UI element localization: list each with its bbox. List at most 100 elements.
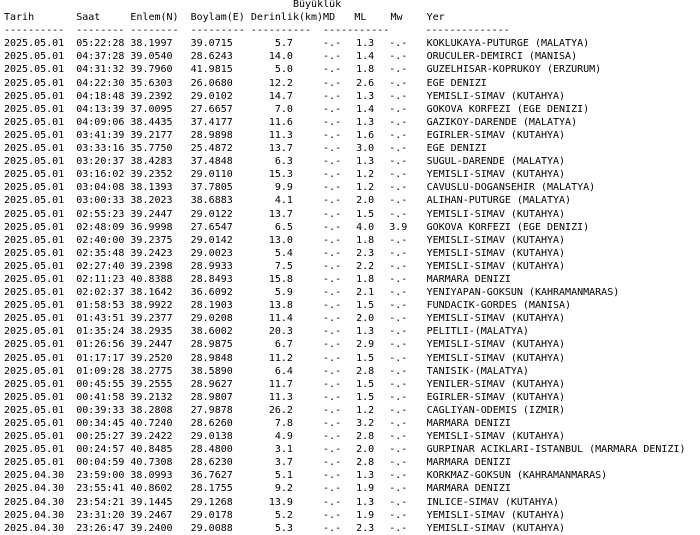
col-header-date: Tarih xyxy=(4,12,35,24)
row-mw: -.- xyxy=(389,326,408,338)
row-date: 2025.05.01 xyxy=(4,195,65,207)
row-ml: 1.8 xyxy=(356,234,375,246)
row-md: -.- xyxy=(323,182,342,194)
row-place: CAVUSLU-DOGANSEHIR (MALATYA) xyxy=(426,182,596,194)
row-lat: 39.0540 xyxy=(130,51,173,63)
row-lat: 35.6303 xyxy=(130,77,173,89)
row-place: GURPINAR ACIKLARI-ISTANBUL (MARMARA DENI… xyxy=(426,444,686,456)
row-depth: 13.7 xyxy=(268,143,293,155)
row-depth: 4.1 xyxy=(274,195,293,207)
row-mw: -.- xyxy=(389,352,408,364)
row-md: -.- xyxy=(323,38,342,50)
row-place: ORUCULER-DEMIRCI (MANISA) xyxy=(426,51,578,63)
row-lon: 25.4872 xyxy=(190,143,233,155)
row-lon: 28.6243 xyxy=(190,51,233,63)
row-lon: 26.0680 xyxy=(190,77,233,89)
row-mw: -.- xyxy=(389,51,408,63)
column-header-line: Tarih Saat Enlem(N) Boylam(E) Derinlik(km)MD… xyxy=(4,11,685,24)
row-ml: 2.0 xyxy=(356,195,375,207)
row-lat: 38.2935 xyxy=(130,326,173,338)
event-row: 2025.05.01 02:48:09 36.9998 27.6547 6.5 -.- 4.… xyxy=(4,221,685,234)
col-header-lon: Boylam(E) xyxy=(190,12,245,24)
row-md: -.- xyxy=(323,313,342,325)
row-lon: 39.0715 xyxy=(190,38,233,50)
row-place: YEMISLI-SIMAV (KUTAHYA) xyxy=(426,313,566,325)
col-header-mw: Mw xyxy=(390,12,403,24)
row-depth: 5.4 xyxy=(274,247,293,259)
row-lon: 29.0142 xyxy=(190,234,233,246)
event-rows: 2025.05.01 05:22:28 38.1997 39.0715 5.7 -.- 1.… xyxy=(4,37,685,535)
row-date: 2025.05.01 xyxy=(4,378,65,390)
row-date: 2025.05.01 xyxy=(4,221,65,233)
row-depth: 11.3 xyxy=(268,391,293,403)
row-lon: 29.0110 xyxy=(190,169,233,181)
row-lon: 29.0178 xyxy=(190,509,233,521)
row-lon: 41.9815 xyxy=(190,64,233,76)
event-row: 2025.05.01 02:40:00 39.2375 29.0142 13.0 -.- 1… xyxy=(4,234,685,247)
row-md: -.- xyxy=(323,195,342,207)
row-time: 01:09:28 xyxy=(76,365,125,377)
row-depth: 9.9 xyxy=(274,182,293,194)
row-ml: 1.3 xyxy=(356,116,375,128)
row-md: -.- xyxy=(323,208,342,220)
row-ml: 1.5 xyxy=(356,391,375,403)
row-place: YEMISLI-SIMAV (KUTAHYA) xyxy=(426,247,566,259)
row-mw: -.- xyxy=(389,260,408,272)
row-place: YEMISLI-SIMAV (KUTAHYA) xyxy=(426,208,566,220)
row-place: YEMISLI-SIMAV (KUTAHYA) xyxy=(426,90,566,102)
row-lat: 38.1642 xyxy=(130,287,173,299)
row-time: 03:20:37 xyxy=(76,156,125,168)
event-row: 2025.05.01 03:33:16 35.7750 25.4872 13.7 -.- 3… xyxy=(4,142,685,155)
row-time: 02:40:00 xyxy=(76,234,125,246)
row-mw: -.- xyxy=(389,522,408,534)
event-row: 2025.04.30 23:26:47 39.2400 29.0088 5.3 -.- 2.… xyxy=(4,522,685,535)
row-place: YENILER-SIMAV (KUTAHYA) xyxy=(426,378,566,390)
row-date: 2025.05.01 xyxy=(4,247,65,259)
row-date: 2025.05.01 xyxy=(4,300,65,312)
row-date: 2025.05.01 xyxy=(4,339,65,351)
row-time: 04:22:30 xyxy=(76,77,125,89)
row-time: 04:31:32 xyxy=(76,64,125,76)
row-md: -.- xyxy=(323,287,342,299)
row-lon: 27.9878 xyxy=(190,404,233,416)
event-row: 2025.05.01 02:35:48 39.2423 29.0023 5.4 -.- 2.… xyxy=(4,247,685,260)
row-place: YEMISLI-SIMAV (KUTAHYA) xyxy=(426,339,566,351)
row-lat: 40.7240 xyxy=(130,418,173,429)
row-place: YEMISLI-SIMAV (KUTAHYA) xyxy=(426,169,566,181)
row-mw: -.- xyxy=(389,116,408,128)
row-lon: 37.4177 xyxy=(190,116,233,128)
event-row: 2025.05.01 03:16:02 39.2352 29.0110 15.3 -.- 1… xyxy=(4,168,685,181)
row-ml: 2.1 xyxy=(356,287,375,299)
event-row: 2025.05.01 02:02:37 38.1642 36.6092 5.9 -.- 2.… xyxy=(4,286,685,299)
row-lat: 39.2400 xyxy=(130,522,173,534)
separator-lat: -------- xyxy=(130,25,179,37)
row-mw: -.- xyxy=(389,208,408,220)
row-md: -.- xyxy=(323,221,342,233)
row-md: -.- xyxy=(323,365,342,377)
row-lon: 29.0023 xyxy=(190,247,233,259)
event-row: 2025.05.01 03:20:37 38.4283 37.4848 6.3 -.- 1.… xyxy=(4,155,685,168)
row-ml: 2.9 xyxy=(356,339,375,351)
row-time: 02:55:23 xyxy=(76,208,125,220)
row-lat: 39.2132 xyxy=(130,391,173,403)
row-place: ALIHAN-PUTURGE (MALATYA) xyxy=(426,195,572,207)
row-depth: 11.4 xyxy=(268,313,293,325)
row-depth: 11.2 xyxy=(268,352,293,364)
row-mw: -.- xyxy=(389,77,408,89)
event-row: 2025.05.01 00:34:45 40.7240 28.6260 7.8 -.- 3.… xyxy=(4,417,685,430)
row-place: GOKOVA KORFEZI (EGE DENIZI) xyxy=(426,221,590,233)
row-md: -.- xyxy=(323,496,342,508)
row-ml: 1.2 xyxy=(356,182,375,194)
row-place: YENIYAPAN-GOKSUN (KAHRAMANMARAS) xyxy=(426,287,620,299)
row-md: -.- xyxy=(323,64,342,76)
row-lat: 37.0095 xyxy=(130,103,173,115)
separator-depth: ---------- xyxy=(250,25,312,37)
row-depth: 6.5 xyxy=(274,221,293,233)
separator-mag: ----------- xyxy=(323,25,390,37)
row-date: 2025.04.30 xyxy=(4,509,65,521)
col-header-md: MD xyxy=(323,12,336,24)
row-depth: 6.4 xyxy=(274,365,293,377)
row-md: -.- xyxy=(323,470,342,482)
row-date: 2025.05.01 xyxy=(4,457,65,469)
row-place: EGIRLER-SIMAV (KUTAHYA) xyxy=(426,391,566,403)
